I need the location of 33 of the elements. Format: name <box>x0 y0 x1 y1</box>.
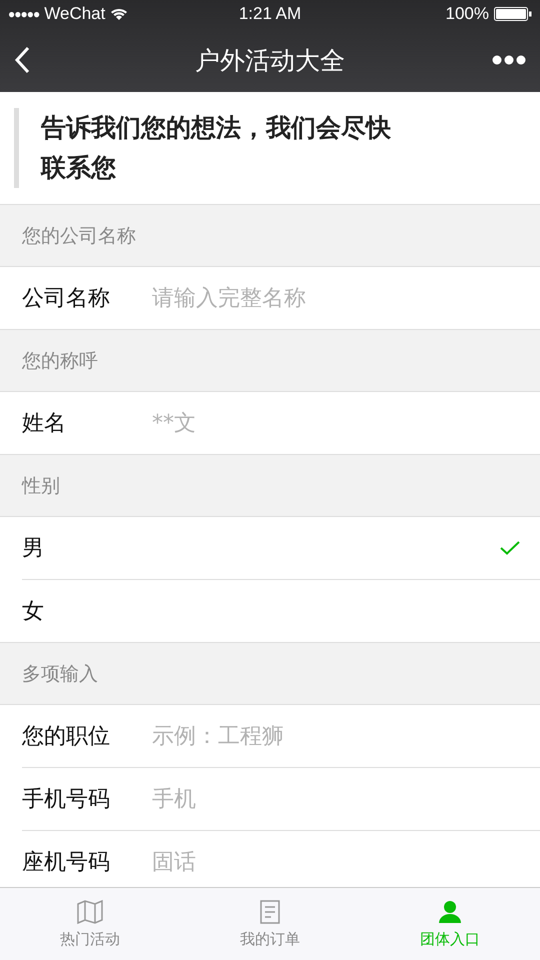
check-icon <box>500 541 520 555</box>
tab-item[interactable]: 我的订单 <box>180 888 360 960</box>
text-input[interactable]: **文 <box>152 410 520 436</box>
carrier-name: WeChat <box>44 4 106 24</box>
text-input[interactable]: 手机 <box>152 786 520 812</box>
radio-option[interactable]: 男 <box>22 517 540 579</box>
tab-item[interactable]: 热门活动 <box>0 888 180 960</box>
tab-item[interactable]: 团体入口 <box>360 888 540 960</box>
notice-text: 告诉我们您的想法，我们会尽快联系您 <box>41 112 392 184</box>
battery-icon <box>494 7 532 21</box>
more-icon[interactable] <box>492 55 526 65</box>
section-header: 您的称呼 <box>22 348 98 374</box>
field-label: 手机号码 <box>22 786 111 814</box>
field-label: 座机号码 <box>22 849 111 877</box>
section-header: 性别 <box>22 474 60 498</box>
text-input[interactable]: 固话 <box>152 850 520 874</box>
field-label: 公司名称 <box>22 285 111 313</box>
section-header: 您的公司名称 <box>22 224 136 248</box>
field-label: 姓名 <box>22 410 67 438</box>
page-title: 户外活动大全 <box>195 44 345 76</box>
back-icon[interactable] <box>14 46 30 74</box>
person-icon <box>438 900 462 924</box>
text-input[interactable]: 示例：工程狮 <box>152 724 520 748</box>
status-time: 1:21 AM <box>238 4 302 24</box>
battery-percent: 100% <box>446 4 489 24</box>
section-header: 多项输入 <box>22 662 98 686</box>
map-icon <box>77 900 103 924</box>
wifi-icon <box>110 7 128 21</box>
text-input[interactable]: 请输入完整名称 <box>152 286 520 310</box>
document-icon <box>259 900 281 924</box>
field-label: 您的职位 <box>22 723 111 751</box>
radio-option[interactable]: 女 <box>22 579 540 642</box>
signal-strength: ●●●●● <box>8 7 40 21</box>
